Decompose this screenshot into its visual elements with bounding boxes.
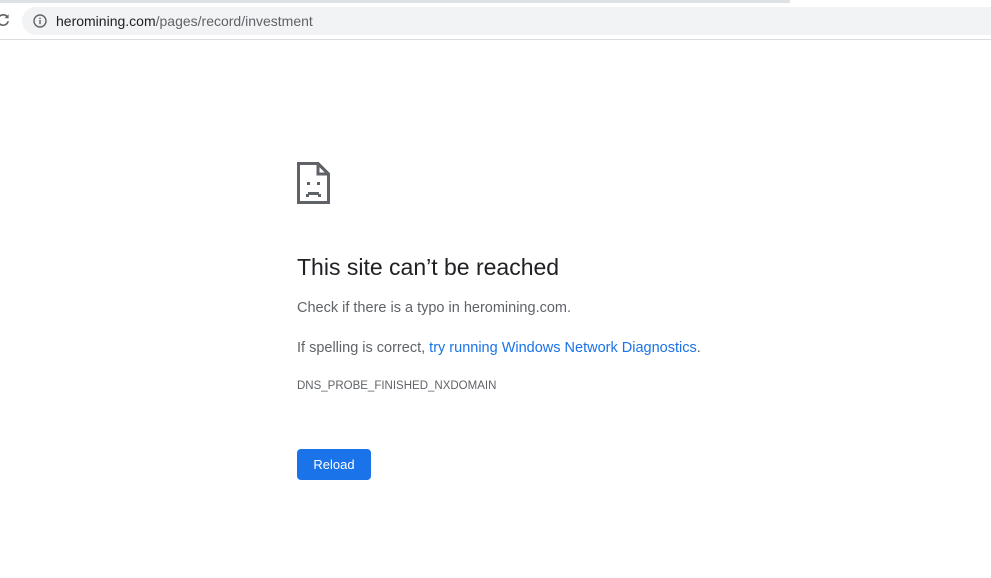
spelling-suggestion: If spelling is correct, try running Wind… xyxy=(297,339,701,357)
spelling-prefix: If spelling is correct, xyxy=(297,340,430,356)
url-host: heromining.com xyxy=(56,13,156,29)
error-code: DNS_PROBE_FINISHED_NXDOMAIN xyxy=(297,380,497,392)
diagnostics-link[interactable]: try running Windows Network Diagnostics xyxy=(429,340,697,356)
reload-button[interactable]: Reload xyxy=(297,449,371,480)
page-title: This site can’t be reached xyxy=(297,254,560,280)
sad-page-icon xyxy=(297,162,330,204)
typo-suggestion: Check if there is a typo in heromining.c… xyxy=(297,300,572,316)
reload-icon[interactable] xyxy=(0,11,10,29)
spelling-suffix: . xyxy=(696,340,701,356)
address-bar[interactable]: heromining.com/pages/record/investment xyxy=(22,7,991,35)
info-icon[interactable] xyxy=(33,14,47,28)
url-text[interactable]: heromining.com/pages/record/investment xyxy=(56,13,313,29)
browser-toolbar: heromining.com/pages/record/investment xyxy=(0,0,991,40)
url-path: /pages/record/investment xyxy=(155,13,313,29)
tab-strip-edge xyxy=(0,0,790,3)
